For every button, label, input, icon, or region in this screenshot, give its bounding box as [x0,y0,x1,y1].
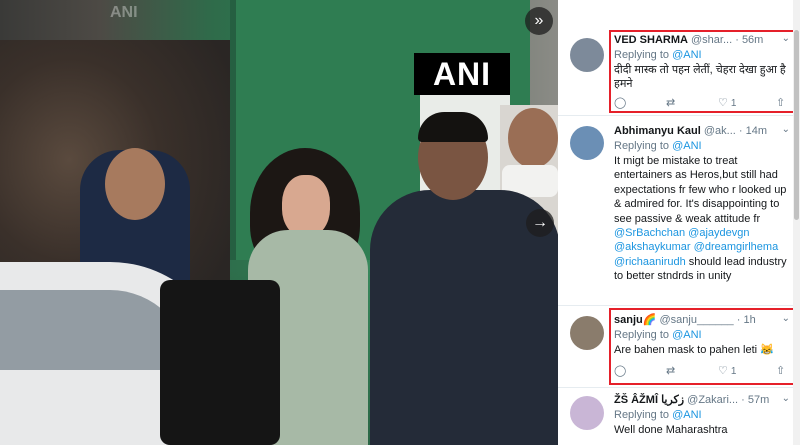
ani-watermark-logo: ANI [414,53,510,95]
chevron-down-icon[interactable]: ⌄ [782,124,790,135]
tweet-text: It migt be mistake to treat entertainers… [614,154,794,284]
mention-link[interactable]: @richaanirudh [614,256,686,268]
photo-right-person-head [508,108,558,168]
mention-link[interactable]: @SrBachchan [614,227,685,239]
user-handle[interactable]: @Zakari... [687,394,738,406]
collapse-panel-button[interactable]: » [525,7,553,35]
timestamp[interactable]: · 14m [739,125,767,137]
next-media-button[interactable]: → [526,209,554,237]
user-handle[interactable]: @ak... [704,125,736,137]
display-name[interactable]: Abhimanyu Kaul [614,125,701,137]
avatar[interactable] [570,316,604,350]
tweet-header: ŽŠ ÂŽMÎ زكريا @Zakari... · 57m [614,393,794,408]
double-chevron-right-icon: » [534,12,544,29]
replies-panel: VED SHARMA @shar... · 56m ⌄ Replying to … [558,0,800,445]
highlight-box [609,308,795,385]
reply-tweet[interactable]: Abhimanyu Kaul @ak... · 14m ⌄ Replying t… [558,118,800,306]
mention-link[interactable]: @ANI [672,140,702,152]
reply-tweet[interactable]: ŽŠ ÂŽMÎ زكريا @Zakari... · 57m ⌄ Replyin… [558,390,800,445]
scrollbar-thumb[interactable] [794,30,799,220]
replying-to-label: Replying to [614,140,673,152]
photo-woman-face [282,175,330,237]
avatar[interactable] [570,38,604,72]
photo-car-door [160,280,280,445]
faint-watermark: ANI [110,4,138,21]
tweet-text: Well done Maharashtra [614,424,728,436]
highlight-box [609,30,795,113]
tweet-media-photo[interactable]: ANI ANI » → [0,0,558,445]
tweet-text-body: It migt be mistake to treat entertainers… [614,155,787,225]
photo-guard-hair [418,112,488,142]
mention-link[interactable]: @ANI [672,409,702,421]
chevron-down-icon[interactable]: ⌄ [782,393,790,404]
avatar[interactable] [570,126,604,160]
timestamp[interactable]: · 57m [741,394,769,406]
replying-to: Replying to @ANI [614,408,794,422]
arrow-right-icon: → [532,214,548,231]
mention-link[interactable]: @akshaykumar [614,241,691,253]
mention-link[interactable]: @ajaydevgn [688,227,749,239]
photo-man-head [105,148,165,220]
avatar[interactable] [570,396,604,430]
tweet-header: Abhimanyu Kaul @ak... · 14m [614,124,794,139]
replying-to: Replying to @ANI [614,139,794,153]
mention-link[interactable]: @dreamgirlhema [694,241,779,253]
replying-to-label: Replying to [614,409,673,421]
display-name[interactable]: ŽŠ ÂŽMÎ زكريا [614,394,684,406]
